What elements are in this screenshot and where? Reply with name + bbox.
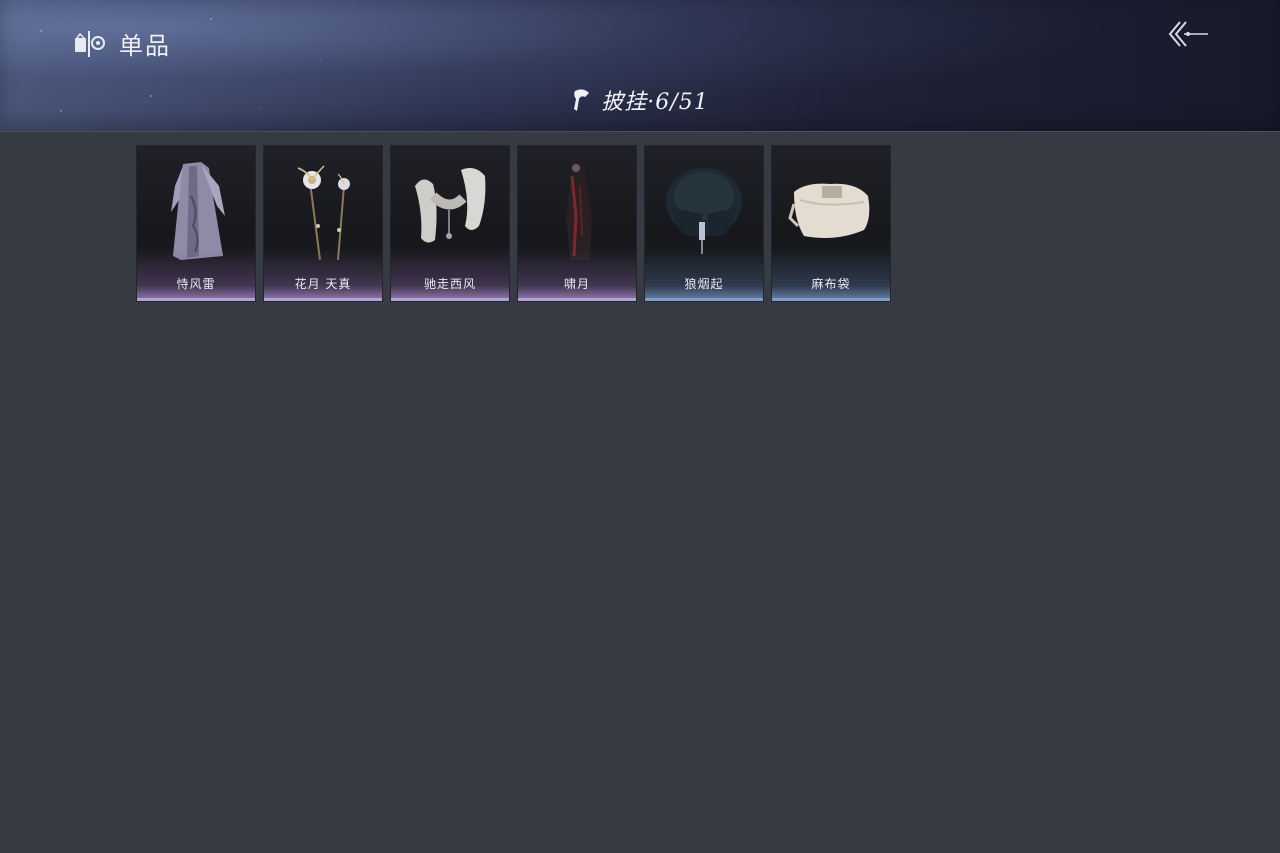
item-card[interactable]: 恃风雷 [137,146,255,301]
rarity-edge [772,298,890,301]
category-label: 披挂·6/51 [601,90,709,115]
top-banner: 单品 披挂·6/51 [0,0,1280,132]
item-name: 恃风雷 [176,277,216,291]
rarity-edge [518,298,636,301]
item-card[interactable]: 驰走西风 [391,146,509,301]
back-button[interactable] [1164,16,1212,52]
item-card[interactable]: 花月 天真 [264,146,382,301]
item-grid: 恃风雷 花月 天真 驰走西风 啸月 狼烟起 麻布袋 [137,146,890,301]
page-title: 单品 [119,32,171,60]
star-speck [40,30,42,32]
item-name: 狼烟起 [684,277,724,291]
item-card[interactable]: 麻布袋 [772,146,890,301]
page-title-group: 单品 [73,26,171,61]
item-card[interactable]: 狼烟起 [645,146,763,301]
star-speck [320,60,321,61]
rarity-edge [391,298,509,301]
item-name: 啸月 [563,277,590,291]
item-name: 麻布袋 [811,277,851,291]
category-header: 披挂·6/51 [0,84,1280,116]
rarity-edge [264,298,382,301]
star-speck [210,18,212,20]
item-card[interactable]: 啸月 [518,146,636,301]
item-name: 花月 天真 [294,277,352,291]
item-name: 驰走西风 [423,277,476,291]
rarity-edge [137,298,255,301]
back-arrow-icon [1168,21,1208,47]
cloak-icon [574,89,590,111]
wardrobe-icon [75,30,105,57]
rarity-edge [645,298,763,301]
